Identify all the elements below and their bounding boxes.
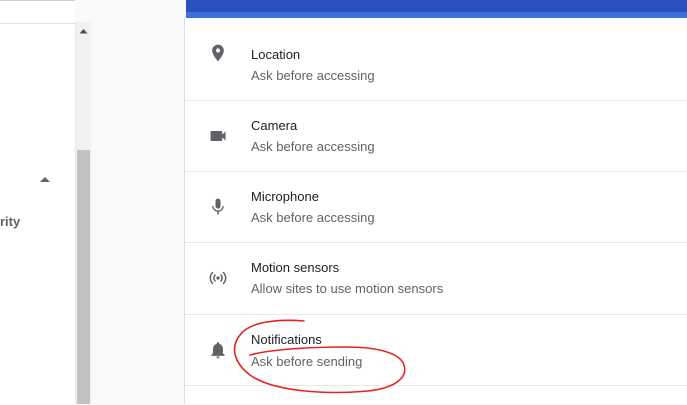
permission-row-location[interactable]: Location Ask before accessing bbox=[185, 18, 687, 89]
vertical-scrollbar[interactable] bbox=[75, 22, 91, 404]
site-permissions-panel: Location Ask before accessing Camera Ask… bbox=[184, 18, 687, 404]
location-pin-icon bbox=[207, 42, 229, 64]
page-background bbox=[91, 0, 184, 404]
motion-sensors-icon bbox=[207, 267, 229, 289]
permission-title: Camera bbox=[251, 118, 298, 133]
permission-subtitle: Ask before sending bbox=[251, 354, 363, 369]
header-bar bbox=[186, 0, 687, 18]
permission-subtitle: Ask before accessing bbox=[251, 210, 375, 225]
bell-icon bbox=[207, 339, 229, 361]
scroll-up-arrow-icon[interactable] bbox=[76, 22, 91, 39]
permission-title: Microphone bbox=[251, 189, 319, 204]
microphone-icon bbox=[207, 196, 229, 218]
sidebar-divider bbox=[0, 23, 75, 24]
permission-subtitle: Ask before accessing bbox=[251, 139, 375, 154]
permission-row-next[interactable] bbox=[185, 385, 687, 405]
camera-icon bbox=[207, 125, 229, 147]
permission-row-camera[interactable]: Camera Ask before accessing bbox=[185, 100, 687, 172]
permission-title: Motion sensors bbox=[251, 260, 340, 275]
permission-row-microphone[interactable]: Microphone Ask before accessing bbox=[185, 171, 687, 243]
sidebar: rity bbox=[0, 0, 75, 405]
scrollbar-thumb[interactable] bbox=[77, 150, 90, 404]
permission-title: Location bbox=[251, 47, 301, 62]
permission-row-notifications[interactable]: Notifications Ask before sending bbox=[185, 314, 687, 386]
permission-row-motion-sensors[interactable]: Motion sensors Allow sites to use motion… bbox=[185, 242, 687, 314]
permission-subtitle: Allow sites to use motion sensors bbox=[251, 281, 444, 296]
triangle-up-icon[interactable] bbox=[38, 171, 52, 183]
sidebar-item-label[interactable]: rity bbox=[0, 214, 20, 229]
permission-subtitle: Ask before accessing bbox=[251, 68, 375, 83]
permission-title: Notifications bbox=[251, 332, 322, 347]
